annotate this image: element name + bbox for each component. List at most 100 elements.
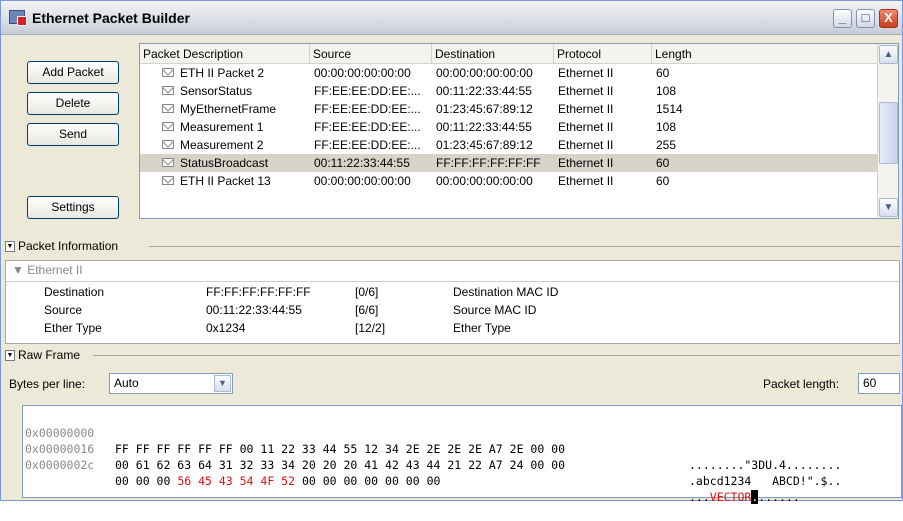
delete-button[interactable]: Delete	[27, 92, 119, 115]
column-header-destination[interactable]: Destination	[432, 44, 554, 64]
settings-button[interactable]: Settings	[27, 196, 119, 219]
table-row[interactable]: Measurement 2 FF:EE:EE:DD:EE:... 01:23:4…	[140, 136, 877, 154]
ascii-pre: ...	[689, 490, 710, 504]
field-value: FF:FF:FF:FF:FF:FF	[206, 285, 311, 299]
bytes-per-line-select[interactable]: Auto ▼	[109, 373, 233, 394]
packet-length-label: Packet length:	[763, 377, 840, 391]
hex-line: 0x00000016 00 61 62 63 64 31 32 33 34 20…	[23, 425, 841, 488]
row-protocol: Ethernet II	[558, 84, 614, 98]
row-length: 108	[656, 120, 677, 134]
ascii-text[interactable]: .abcd1234 ABCD!".$..	[689, 473, 841, 489]
ascii-highlight: VECTOR	[709, 490, 752, 504]
raw-frame-header[interactable]: ▼ Raw Frame	[5, 346, 80, 364]
hex-line: 0x0000002c 00 00 00 56 45 43 54 4F 52 00…	[23, 441, 800, 504]
row-protocol: Ethernet II	[558, 120, 614, 134]
divider	[6, 281, 899, 282]
field-range: [0/6]	[355, 285, 379, 299]
envelope-icon	[162, 176, 174, 185]
bytes-per-line-label: Bytes per line:	[9, 377, 86, 391]
row-destination: 01:23:45:67:89:12	[436, 102, 533, 116]
field-value: 00:11:22:33:44:55	[206, 303, 302, 317]
add-packet-button[interactable]: Add Packet	[27, 61, 119, 84]
hex-bytes-post: 00 00 00 00 00 00 00	[295, 474, 441, 488]
column-header-description[interactable]: Packet Description	[140, 44, 310, 64]
ethernet-ii-group[interactable]: ▼ Ethernet II	[12, 263, 83, 277]
collapse-icon[interactable]: ▼	[5, 350, 15, 362]
table-scrollbar[interactable]: ▲ ▼	[877, 44, 898, 218]
ascii-text[interactable]: ...VECTOR.......	[689, 489, 800, 505]
row-description: SensorStatus	[180, 84, 253, 98]
table-row[interactable]: SensorStatus FF:EE:EE:DD:EE:... 00:11:22…	[140, 82, 877, 100]
group-label: Ethernet II	[27, 263, 83, 277]
send-button[interactable]: Send	[27, 123, 119, 146]
envelope-icon	[162, 140, 174, 149]
row-protocol: Ethernet II	[558, 138, 614, 152]
scroll-thumb[interactable]	[879, 102, 898, 164]
row-length: 1514	[656, 102, 683, 116]
column-header-protocol[interactable]: Protocol	[554, 44, 652, 64]
row-destination: 00:11:22:33:44:55	[436, 120, 532, 134]
field-description: Ether Type	[453, 321, 511, 335]
scroll-down-icon[interactable]: ▼	[879, 198, 898, 217]
window-title: Ethernet Packet Builder	[32, 10, 190, 26]
row-source: 00:00:00:00:00:00	[314, 174, 411, 188]
row-source: FF:EE:EE:DD:EE:...	[314, 138, 421, 152]
column-header-source[interactable]: Source	[310, 44, 432, 64]
table-row[interactable]: ETH II Packet 2 00:00:00:00:00:00 00:00:…	[140, 64, 877, 82]
app-icon	[9, 10, 27, 26]
close-button[interactable]: X	[879, 9, 898, 28]
table-row-selected[interactable]: StatusBroadcast 00:11:22:33:44:55 FF:FF:…	[140, 154, 877, 172]
hex-line: 0x00000000 FF FF FF FF FF FF 00 11 22 33…	[23, 409, 841, 472]
divider	[93, 355, 900, 356]
field-description: Destination MAC ID	[453, 285, 559, 299]
envelope-icon	[162, 104, 174, 113]
ascii-text[interactable]: ........"3DU.4........	[689, 457, 841, 473]
row-protocol: Ethernet II	[558, 156, 614, 170]
row-description: StatusBroadcast	[180, 156, 269, 170]
packet-info-panel: ▼ Ethernet II Destination FF:FF:FF:FF:FF…	[5, 260, 900, 344]
packet-table[interactable]: Packet Description Source Destination Pr…	[139, 43, 899, 219]
scroll-up-icon[interactable]: ▲	[879, 45, 898, 64]
row-protocol: Ethernet II	[558, 102, 614, 116]
row-source: 00:11:22:33:44:55	[314, 156, 410, 170]
minimize-button[interactable]: _	[833, 9, 852, 28]
row-length: 60	[656, 156, 670, 170]
packet-information-header[interactable]: ▼ Packet Information	[5, 237, 118, 255]
maximize-button[interactable]: □	[856, 9, 875, 28]
hex-bytes-pre: 00 00 00	[115, 474, 178, 488]
row-destination: 00:11:22:33:44:55	[436, 84, 532, 98]
row-description: ETH II Packet 2	[180, 66, 265, 80]
raw-frame-label: Raw Frame	[18, 348, 81, 362]
hex-bytes[interactable]: 00 61 62 63 64 31 32 33 34 20 20 20 41 4…	[115, 457, 565, 473]
field-name: Ether Type	[44, 321, 102, 335]
row-source: 00:00:00:00:00:00	[314, 66, 411, 80]
hex-bytes[interactable]: 00 00 00 56 45 43 54 4F 52 00 00 00 00 0…	[115, 473, 440, 489]
row-description: Measurement 2	[180, 138, 264, 152]
row-destination: 00:00:00:00:00:00	[436, 66, 533, 80]
field-range: [12/2]	[355, 321, 386, 335]
row-source: FF:EE:EE:DD:EE:...	[314, 120, 421, 134]
collapse-icon[interactable]: ▼	[5, 241, 15, 253]
table-row[interactable]: MyEthernetFrame FF:EE:EE:DD:EE:... 01:23…	[140, 100, 877, 118]
packet-information-label: Packet Information	[18, 239, 119, 253]
field-name: Destination	[44, 285, 105, 299]
table-header: Packet Description Source Destination Pr…	[140, 44, 877, 64]
table-row[interactable]: Measurement 1 FF:EE:EE:DD:EE:... 00:11:2…	[140, 118, 877, 136]
ascii-post: ......	[758, 490, 800, 504]
table-row[interactable]: ETH II Packet 13 00:00:00:00:00:00 00:00…	[140, 172, 877, 190]
row-length: 255	[656, 138, 677, 152]
row-description: Measurement 1	[180, 120, 264, 134]
bytes-per-line-value: Auto	[114, 376, 139, 390]
packet-length-field[interactable]: 60	[858, 373, 900, 394]
chevron-down-icon[interactable]: ▼	[214, 375, 231, 392]
row-protocol: Ethernet II	[558, 66, 614, 80]
divider	[149, 246, 900, 247]
column-header-length[interactable]: Length	[652, 44, 877, 64]
hex-editor[interactable]: 0x00000000 FF FF FF FF FF FF 00 11 22 33…	[22, 405, 902, 504]
title-bar[interactable]: Ethernet Packet Builder _ □ X	[1, 1, 902, 35]
field-description: Source MAC ID	[453, 303, 537, 317]
field-range: [6/6]	[355, 303, 379, 317]
row-source: FF:EE:EE:DD:EE:...	[314, 84, 421, 98]
hex-bytes[interactable]: FF FF FF FF FF FF 00 11 22 33 44 55 12 3…	[115, 441, 565, 457]
envelope-icon	[162, 122, 174, 131]
